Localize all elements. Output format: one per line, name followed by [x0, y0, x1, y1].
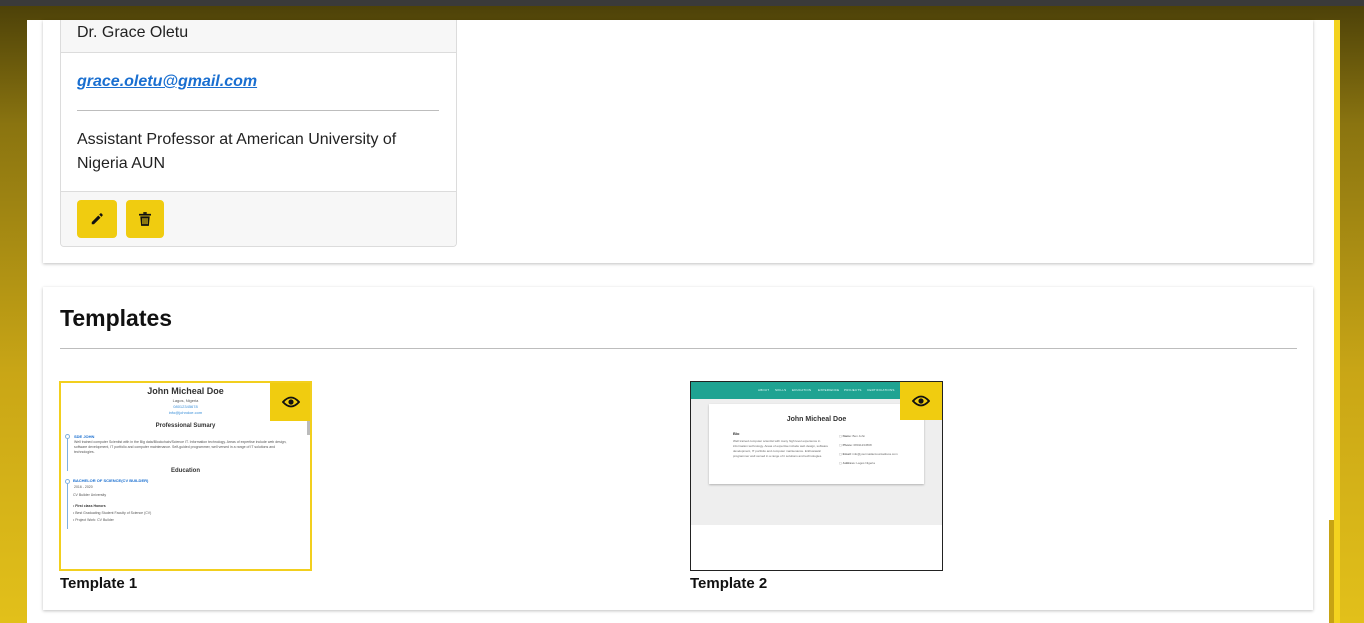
- templates-divider: [60, 348, 1297, 349]
- t1-preview-bullet-2: • Best Graduating Student Faculty of Sci…: [73, 511, 152, 515]
- template-2-label: Template 2: [690, 575, 768, 592]
- t1-preview-summary-role: SDE JOHN: [74, 434, 95, 439]
- t1-timeline-line: [67, 435, 68, 471]
- t2-contact-name: ▢ Name: Ben John: [839, 434, 866, 438]
- scrollbar-thumb[interactable]: [1329, 520, 1334, 623]
- t2-nav-skills: SKILLS: [775, 388, 787, 392]
- template-1-thumbnail[interactable]: John Micheal Doe Lagos, Nigeria 08012345…: [59, 381, 312, 571]
- t2-preview-name: John Micheal Doe: [786, 416, 847, 423]
- t2-contact-address: ▢ Address: Lagos Nigeria: [839, 461, 875, 465]
- t1-preview-summary-text: Well trained computer Scientist with in …: [74, 440, 287, 454]
- person-card-footer: [61, 191, 456, 246]
- t2-preview-card: John Micheal Doe Bio Well trained comput…: [709, 404, 924, 484]
- browser-top-bar: [0, 0, 1364, 6]
- page-right-rail: [1334, 20, 1340, 623]
- person-email-link[interactable]: grace.oletu@gmail.com: [77, 73, 257, 91]
- t1-preview-scrollbar: [307, 421, 310, 435]
- pencil-icon: [91, 213, 103, 225]
- t1-timeline-line-2: [67, 481, 68, 529]
- edit-button[interactable]: [77, 200, 117, 238]
- t1-preview-degree: BACHELOR OF SCIENCE(CV BUILDER): [73, 478, 149, 483]
- t1-preview-education-heading: Education: [170, 468, 200, 474]
- template-1-view-button[interactable]: [270, 383, 310, 421]
- person-bio: Assistant Professor at American Universi…: [77, 131, 397, 172]
- t2-nav-certifications: CERTIFICATIONS: [867, 388, 895, 392]
- t1-timeline-dot: [65, 434, 70, 439]
- person-divider: [77, 110, 439, 111]
- t1-preview-summary-heading: Professional Sumary: [155, 423, 216, 429]
- t2-nav-education: EDUCATION: [792, 388, 812, 392]
- person-card: Dr. Grace Oletu grace.oletu@gmail.com As…: [60, 20, 457, 247]
- t1-preview-bullet-1: • First class Honors: [73, 504, 106, 508]
- eye-icon: [282, 396, 300, 408]
- t1-preview-years: 2016 - 2020: [74, 485, 93, 489]
- t2-nav-experience: EXPERIENCE: [818, 388, 840, 392]
- template-2-thumbnail[interactable]: ABOUT SKILLS EDUCATION EXPERIENCE PROJEC…: [690, 381, 943, 571]
- eye-icon: [912, 395, 930, 407]
- t2-nav-about: ABOUT: [758, 388, 770, 392]
- templates-title: Templates: [60, 305, 173, 331]
- t2-contact-email: ▢ Email: info@yourmailaccountadress.com: [839, 452, 898, 456]
- person-name: Dr. Grace Oletu: [61, 20, 456, 53]
- template-2-view-button[interactable]: [900, 382, 942, 420]
- delete-button[interactable]: [126, 200, 164, 238]
- t1-timeline-dot-2: [65, 479, 70, 484]
- t1-preview-school: CV Builder University: [73, 493, 107, 497]
- t1-preview-bullet-3: • Project Work: CV Builder: [73, 518, 114, 522]
- t2-preview-bio-heading: Bio: [733, 431, 740, 436]
- t2-contact-phone: ▢ Phone: 08011234568: [839, 443, 872, 447]
- template-1-label: Template 1: [60, 575, 138, 592]
- trash-icon: [139, 212, 151, 226]
- t2-nav-projects: PROJECTS: [844, 388, 862, 392]
- t2-preview-bio-text: Well trained computer scientist with man…: [733, 439, 828, 458]
